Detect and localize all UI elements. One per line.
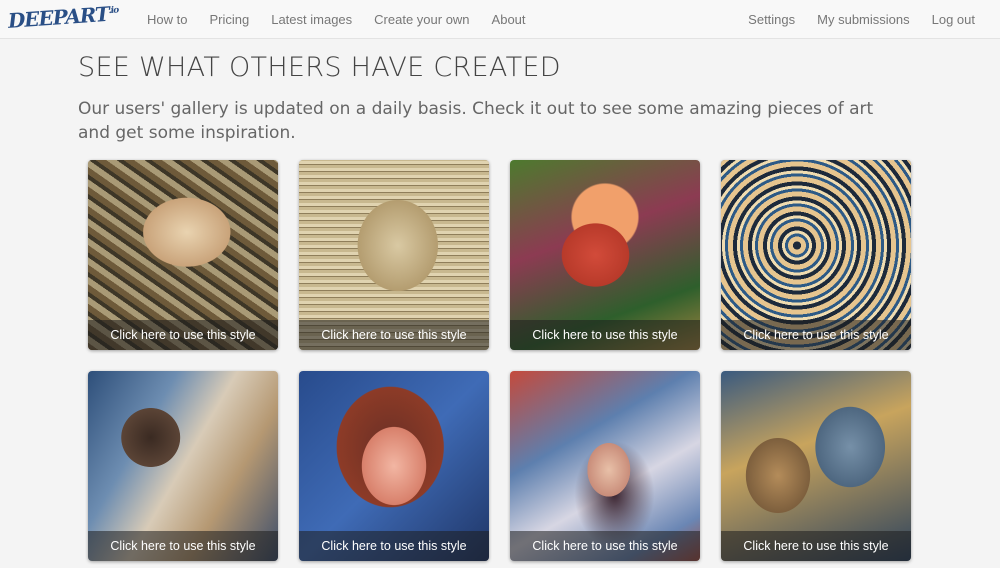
gallery-item[interactable]: Click here to use this style [510, 160, 700, 350]
use-style-caption[interactable]: Click here to use this style [721, 320, 911, 350]
nav-my-submissions[interactable]: My submissions [817, 12, 909, 27]
nav-create-your-own[interactable]: Create your own [374, 12, 469, 27]
nav-latest-images[interactable]: Latest images [271, 12, 352, 27]
gallery-item[interactable]: Click here to use this style [721, 160, 911, 350]
use-style-caption[interactable]: Click here to use this style [510, 320, 700, 350]
page-subtitle: Our users' gallery is updated on a daily… [78, 99, 874, 143]
gallery-item[interactable]: Click here to use this style [299, 160, 489, 350]
use-style-caption[interactable]: Click here to use this style [299, 531, 489, 561]
gallery-item[interactable]: Click here to use this style [721, 371, 911, 561]
use-style-caption[interactable]: Click here to use this style [510, 531, 700, 561]
nav-how-to[interactable]: How to [147, 12, 187, 27]
deepart-logo[interactable]: DEEPART.io [7, 1, 119, 37]
use-style-caption[interactable]: Click here to use this style [88, 320, 278, 350]
use-style-caption[interactable]: Click here to use this style [88, 531, 278, 561]
use-style-caption[interactable]: Click here to use this style [299, 320, 489, 350]
nav-settings[interactable]: Settings [748, 12, 795, 27]
gallery-item[interactable]: Click here to use this style [88, 160, 278, 350]
nav-about[interactable]: About [492, 12, 526, 27]
nav-log-out[interactable]: Log out [932, 12, 975, 27]
nav-right: Settings My submissions Log out [726, 0, 975, 38]
logo-suffix: .io [108, 5, 119, 17]
page-title: SEE WHAT OTHERS HAVE CREATED [78, 52, 561, 83]
gallery-item[interactable]: Click here to use this style [510, 371, 700, 561]
nav-pricing[interactable]: Pricing [209, 12, 249, 27]
gallery-item[interactable]: Click here to use this style [299, 371, 489, 561]
gallery-grid: Click here to use this style Click here … [88, 160, 918, 561]
navbar: DEEPART.io How to Pricing Latest images … [0, 0, 1000, 39]
use-style-caption[interactable]: Click here to use this style [721, 531, 911, 561]
nav-left: How to Pricing Latest images Create your… [147, 0, 548, 38]
logo-text: DEEPART [7, 1, 110, 33]
gallery-item[interactable]: Click here to use this style [88, 371, 278, 561]
